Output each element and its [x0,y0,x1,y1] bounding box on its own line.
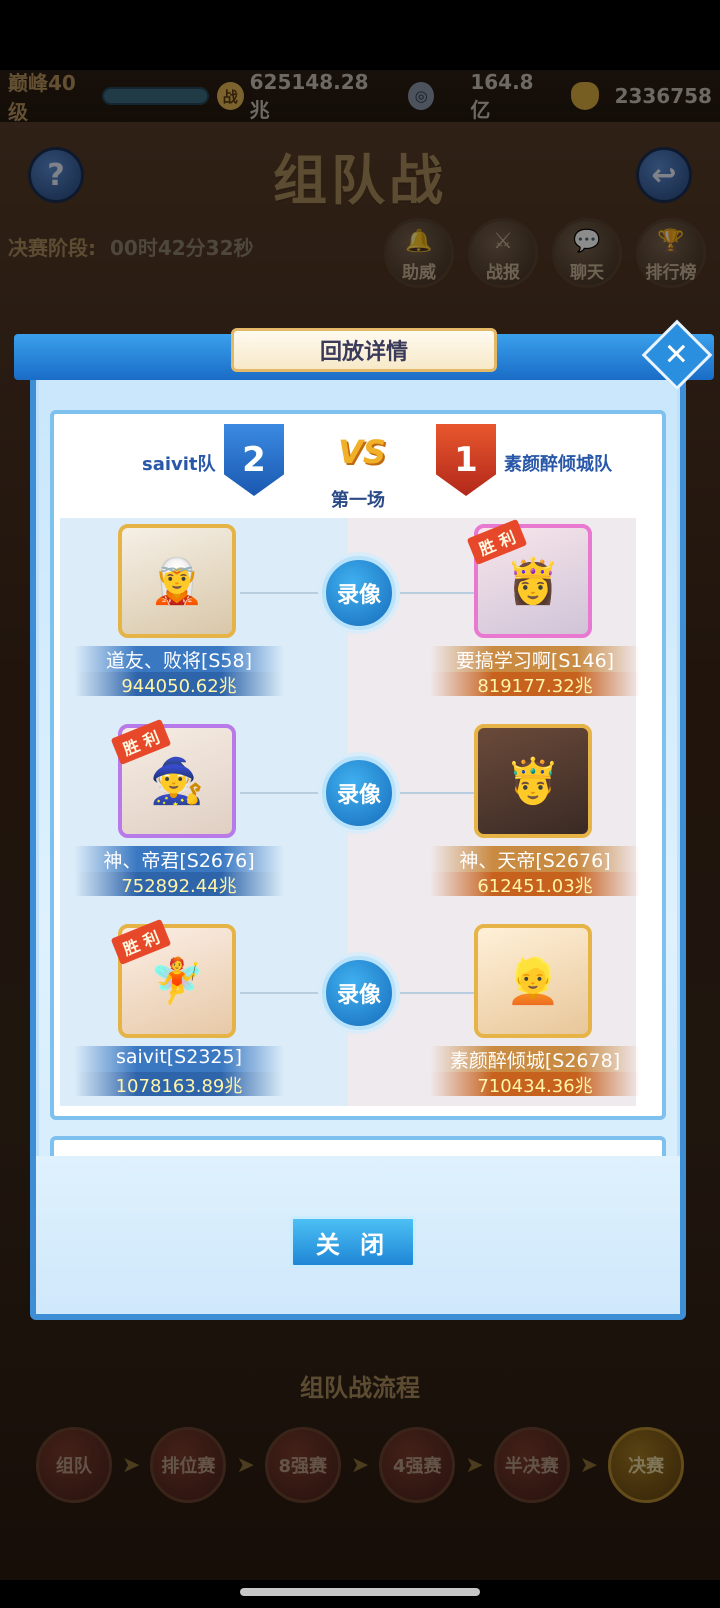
player-name: 神、天帝[S2676] [430,846,640,872]
player-name: 道友、败将[S58] [74,646,284,672]
match-card: saivit队 2 VS 1 素颜醉倾城队 第一场 🧝 道友、败将[S58] 9… [50,410,666,1120]
replay-button[interactable]: 录像 [322,956,396,1030]
player-power: 752892.44兆 [74,872,284,897]
duel-row: 🧝 道友、败将[S58] 944050.62兆 录像 👸 胜 利 要搞学习啊[S… [60,518,656,720]
left-player: 🧚 胜 利 saivit[S2325] 1078163.89兆 [74,918,284,1110]
player-name: saivit[S2325] [74,1046,284,1072]
player-power: 612451.03兆 [430,872,640,897]
right-player: 👱 素颜醉倾城[S2678] 710434.36兆 [430,924,640,1110]
close-icon: ✕ [664,337,690,373]
replay-details-modal: 回放详情 ✕ saivit队 2 VS 1 素颜醉倾城队 第一场 🧝 道友、败将… [14,319,714,1320]
left-player: 🧝 道友、败将[S58] 944050.62兆 [74,524,284,710]
modal-title: 回放详情 [231,328,497,372]
close-button[interactable]: 关 闭 [290,1216,416,1268]
left-team-name: saivit队 [142,454,216,475]
player-name: 神、帝君[S2676] [74,846,284,872]
player-power: 944050.62兆 [74,672,284,697]
player-name: 要搞学习啊[S146] [430,646,640,672]
match-label: 第一场 [331,490,385,511]
player-power: 710434.36兆 [430,1072,640,1097]
right-team-name: 素颜醉倾城队 [504,454,612,475]
player-avatar[interactable]: 🤴 [474,724,592,838]
vs-icon: VS [338,433,386,471]
duel-row: 🧚 胜 利 saivit[S2325] 1078163.89兆 录像 👱 素颜醉… [60,918,656,1120]
player-power: 819177.32兆 [430,672,640,697]
home-indicator [240,1588,480,1596]
player-avatar[interactable]: 👱 [474,924,592,1038]
player-power: 1078163.89兆 [74,1072,284,1097]
replay-button[interactable]: 录像 [322,756,396,830]
right-player: 🤴 神、天帝[S2676] 612451.03兆 [430,724,640,910]
left-player: 🧙 胜 利 神、帝君[S2676] 752892.44兆 [74,718,284,910]
replay-button[interactable]: 录像 [322,556,396,630]
duel-row: 🧙 胜 利 神、帝君[S2676] 752892.44兆 录像 🤴 神、天帝[S… [60,718,656,920]
player-name: 素颜醉倾城[S2678] [430,1046,640,1072]
match-header: saivit队 2 VS 1 素颜醉倾城队 第一场 [54,414,662,514]
player-avatar[interactable]: 🧝 [118,524,236,638]
right-player: 👸 胜 利 要搞学习啊[S146] 819177.32兆 [430,518,640,710]
